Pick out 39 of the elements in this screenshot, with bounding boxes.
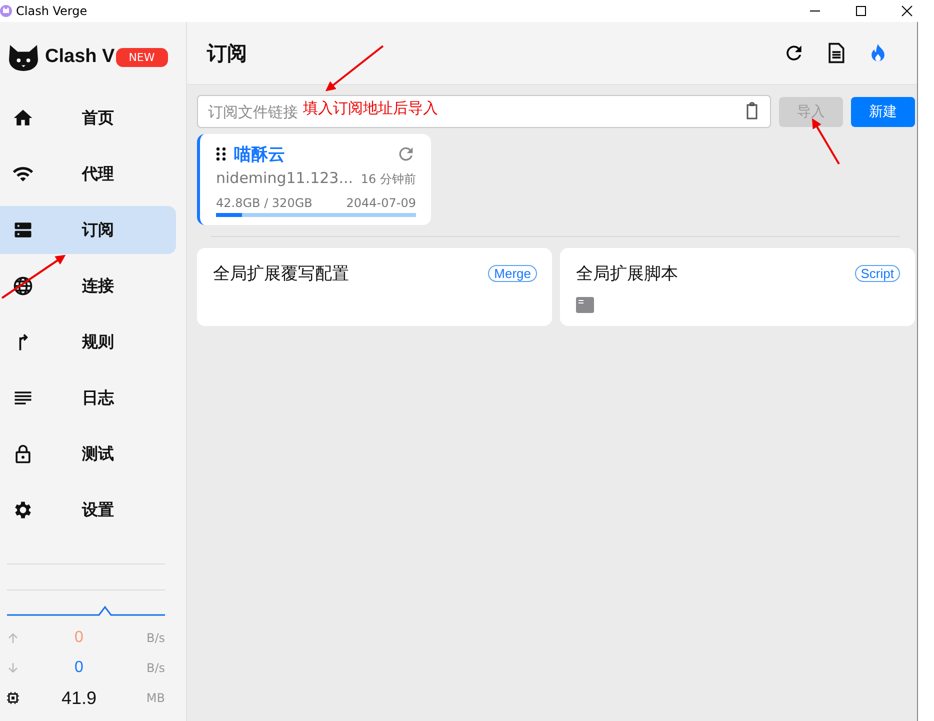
window-title: Clash Verge (16, 4, 88, 18)
app-name: Clash V (45, 46, 115, 68)
new-badge: NEW (116, 48, 168, 66)
nav-item[interactable]: 日志 (0, 374, 176, 422)
extension-card[interactable]: 全局扩展覆写配置 Merge (197, 248, 552, 326)
globe-icon (12, 275, 34, 297)
chip-icon (7, 692, 19, 704)
nav-item[interactable]: 规则 (0, 318, 176, 366)
script-file-icon[interactable] (576, 297, 594, 313)
new-button[interactable]: 新建 (851, 96, 915, 126)
nav-item[interactable]: 连接 (0, 262, 176, 310)
nav-item[interactable]: 代理 (0, 150, 176, 198)
nav-item[interactable]: 订阅 (0, 206, 176, 254)
extension-title: 全局扩展脚本 (576, 263, 678, 285)
download-arrow-icon (7, 662, 19, 674)
traffic-value: 41.9 (60, 688, 98, 708)
traffic-value: 0 (74, 659, 84, 677)
traffic-value: 0 (74, 629, 84, 647)
profile-card[interactable]: 喵酥云 nideming11.123... 16 分钟前 42.8GB / 320GB 2044-07-09 (197, 134, 431, 225)
extension-card[interactable]: 全局扩展脚本 Script (560, 248, 915, 326)
expire-date: 2044-07-09 (346, 196, 416, 210)
profile-url: nideming11.123... (216, 169, 354, 187)
extension-tag: Merge (488, 265, 537, 282)
profile-name: 喵酥云 (234, 144, 285, 166)
extension-tag: Script (854, 265, 900, 282)
nav-item[interactable]: 首页 (0, 94, 176, 142)
nav-item[interactable]: 设置 (0, 486, 176, 534)
page-title: 订阅 (207, 40, 247, 66)
updated-time: 16 分钟前 (360, 171, 416, 188)
traffic-unit: MB (145, 691, 165, 705)
traffic-unit: B/s (145, 631, 165, 645)
usage-text: 42.8GB / 320GB (216, 196, 312, 210)
cat-logo-icon (8, 44, 39, 70)
traffic-unit: B/s (145, 661, 165, 675)
extension-title: 全局扩展覆写配置 (213, 263, 349, 285)
annotation-text: 填入订阅地址后导入 (303, 99, 438, 118)
nav-item[interactable]: 测试 (0, 430, 176, 478)
drag-handle-icon[interactable] (216, 147, 226, 161)
upload-arrow-icon (7, 632, 19, 644)
